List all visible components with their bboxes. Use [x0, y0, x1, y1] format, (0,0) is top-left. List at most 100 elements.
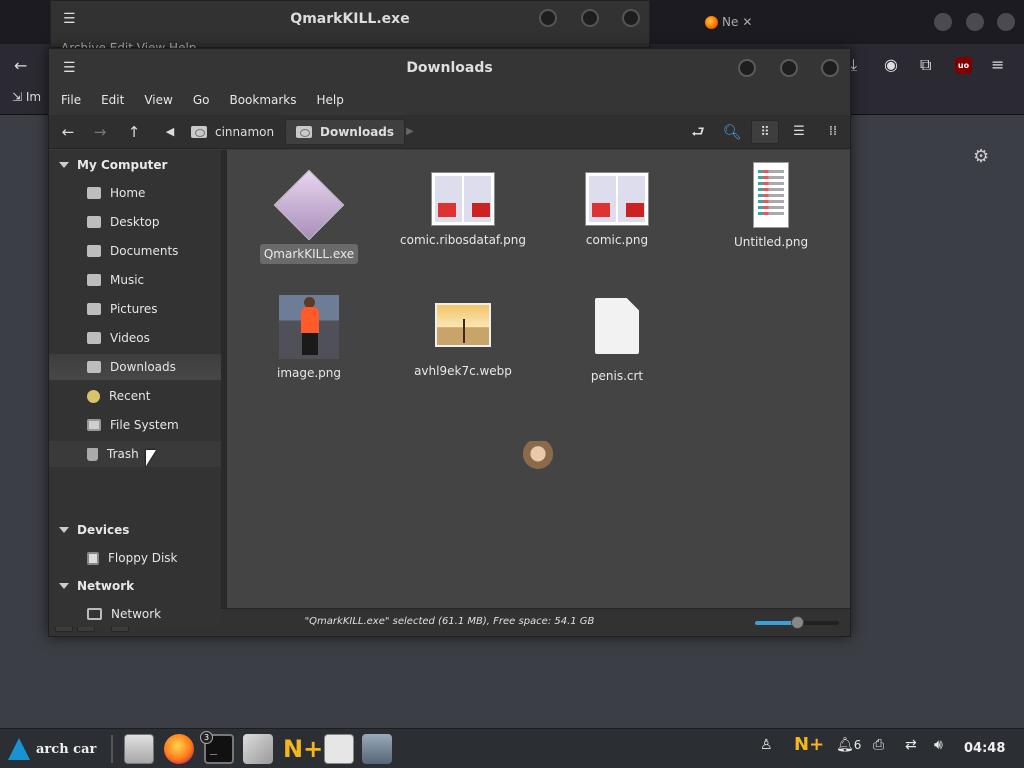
file-name: QmarkKILL.exe	[259, 244, 359, 264]
sidebar-item-label: Recent	[109, 389, 151, 403]
menu-edit[interactable]: Edit	[101, 87, 132, 115]
sidebar-item-downloads[interactable]: Downloads	[49, 354, 221, 380]
menu-bookmarks[interactable]: Bookmarks	[229, 87, 304, 115]
breadcrumb-label: Downloads	[320, 125, 395, 139]
folder-icon	[87, 274, 101, 286]
image-thumbnail	[585, 172, 649, 226]
image-thumbnail	[753, 162, 789, 228]
folder-icon	[87, 303, 101, 315]
back-arrow-icon[interactable]: ←	[14, 56, 27, 75]
taskbar-separator	[111, 735, 113, 763]
sidebar-section-my-computer[interactable]: My Computer	[59, 154, 167, 176]
close-button[interactable]	[622, 9, 640, 27]
notepadqq-tray-icon[interactable]: N+	[794, 734, 824, 755]
extensions-icon[interactable]: ⧉	[920, 55, 931, 75]
gear-icon[interactable]: ⚙	[973, 146, 989, 167]
image-thumbnail	[431, 172, 495, 226]
file-item[interactable]: QmarkKILL.exe	[239, 168, 379, 264]
zoom-slider-handle[interactable]	[791, 616, 804, 629]
notepadqq-launcher-icon[interactable]: N+	[283, 734, 323, 764]
close-icon[interactable]: ✕	[742, 15, 752, 29]
file-view: QmarkKILL.exe comic.ribosdataf.png comic…	[227, 150, 850, 608]
floppy-disk-icon	[87, 551, 99, 565]
file-name: comic.png	[585, 233, 649, 247]
menu-help[interactable]: Help	[317, 87, 352, 115]
list-view-button[interactable]: ☰	[785, 120, 813, 144]
sidebar-section-devices[interactable]: Devices	[59, 519, 129, 541]
start-menu-label: arch car	[36, 741, 97, 757]
icon-view-button[interactable]: ⠿	[751, 120, 779, 144]
chevron-left-icon[interactable]: ◀	[159, 121, 181, 143]
sidebar-item-documents[interactable]: Documents	[49, 238, 221, 264]
accessibility-icon[interactable]: ♙	[760, 737, 773, 753]
breadcrumb-downloads[interactable]: Downloads	[285, 119, 406, 145]
sidebar-item-videos[interactable]: Videos	[49, 325, 221, 351]
download-icon[interactable]: ⤓	[850, 55, 857, 75]
chevron-down-icon[interactable]	[59, 527, 69, 533]
file-item[interactable]: comic.png	[547, 172, 687, 250]
sidebar-item-pictures[interactable]: Pictures	[49, 296, 221, 322]
browser-maximize-button[interactable]	[966, 13, 984, 31]
folder-icon	[87, 245, 101, 257]
notifications-icon[interactable]: 🔔︎6	[836, 737, 861, 753]
file-manager-launcher-icon[interactable]	[124, 734, 154, 764]
ublock-icon[interactable]: uo	[955, 57, 972, 74]
breadcrumb-cinnamon[interactable]: cinnamon	[181, 119, 284, 145]
chevron-right-icon[interactable]: ▶	[399, 121, 421, 143]
chevron-down-icon[interactable]	[59, 162, 69, 168]
minimize-button[interactable]	[738, 59, 756, 77]
menu-go[interactable]: Go	[193, 87, 218, 115]
hamburger-menu-icon[interactable]: ≡	[991, 55, 1004, 74]
menu-view[interactable]: View	[144, 87, 180, 115]
network-tray-icon[interactable]: ⇄	[905, 737, 917, 753]
close-button[interactable]	[821, 59, 839, 77]
sidebar-item-desktop[interactable]: Desktop	[49, 209, 221, 235]
sidebar-item-label: Trash	[107, 447, 139, 461]
file-item[interactable]: image.png	[239, 295, 379, 383]
file-item[interactable]: penis.crt	[547, 298, 687, 386]
firefox-launcher-icon[interactable]	[164, 734, 194, 764]
sidebar-item-floppy-disk[interactable]: Floppy Disk	[49, 545, 221, 571]
file-item[interactable]: comic.ribosdataf.png	[393, 172, 533, 250]
drag-preview-thumbnail	[522, 441, 554, 473]
sidebar-section-network[interactable]: Network	[59, 575, 134, 597]
volume-icon[interactable]: 🔊︎	[934, 737, 943, 753]
clock[interactable]: 04:48	[964, 741, 1005, 756]
minimize-button[interactable]	[539, 9, 557, 27]
sidebar-item-file-system[interactable]: File System	[49, 412, 221, 438]
archive-manager-launcher-icon[interactable]	[324, 734, 354, 764]
sidebar-item-music[interactable]: Music	[49, 267, 221, 293]
up-arrow-icon[interactable]: ↑	[123, 121, 145, 143]
bookmark-import[interactable]: ⇲ Im	[12, 90, 41, 104]
back-window[interactable]: ☰ QmarkKILL.exe Archive Edit View Help	[50, 0, 650, 55]
sidebar-item-trash[interactable]: Trash	[49, 441, 221, 467]
search-icon[interactable]: 🔍︎	[721, 121, 743, 143]
image-viewer-launcher-icon[interactable]	[243, 734, 273, 764]
sidebar-item-recent[interactable]: Recent	[49, 383, 221, 409]
sidebar-item-network[interactable]: Network	[49, 601, 221, 627]
window-title: Downloads	[406, 60, 493, 76]
maximize-button[interactable]	[581, 9, 599, 27]
certificate-file-icon	[595, 298, 639, 354]
compact-view-button[interactable]: ⁞⁞	[819, 120, 847, 144]
location-toggle-icon[interactable]: ⮐	[687, 121, 709, 143]
start-menu-button[interactable]: arch car	[8, 733, 96, 765]
chevron-down-icon[interactable]	[59, 583, 69, 589]
account-icon[interactable]: ◉	[884, 55, 898, 74]
scanner-launcher-icon[interactable]	[362, 734, 392, 764]
file-item[interactable]: Untitled.png	[701, 162, 841, 252]
file-item[interactable]: avhl9ek7c.webp	[393, 303, 533, 381]
browser-tab[interactable]: Ne ✕	[705, 8, 765, 36]
file-name: penis.crt	[590, 369, 644, 383]
menu-file[interactable]: File	[61, 87, 89, 115]
zoom-slider[interactable]	[755, 616, 839, 629]
browser-minimize-button[interactable]	[934, 13, 952, 31]
maximize-button[interactable]	[780, 59, 798, 77]
printer-icon[interactable]: ⎙	[873, 737, 884, 753]
file-name: image.png	[276, 366, 342, 380]
titlebar[interactable]: ☰ Downloads	[49, 49, 850, 87]
sidebar-item-home[interactable]: Home	[49, 180, 221, 206]
browser-close-button[interactable]	[997, 13, 1015, 31]
back-arrow-icon[interactable]: ←	[57, 121, 79, 143]
forward-arrow-icon[interactable]: →	[89, 121, 111, 143]
